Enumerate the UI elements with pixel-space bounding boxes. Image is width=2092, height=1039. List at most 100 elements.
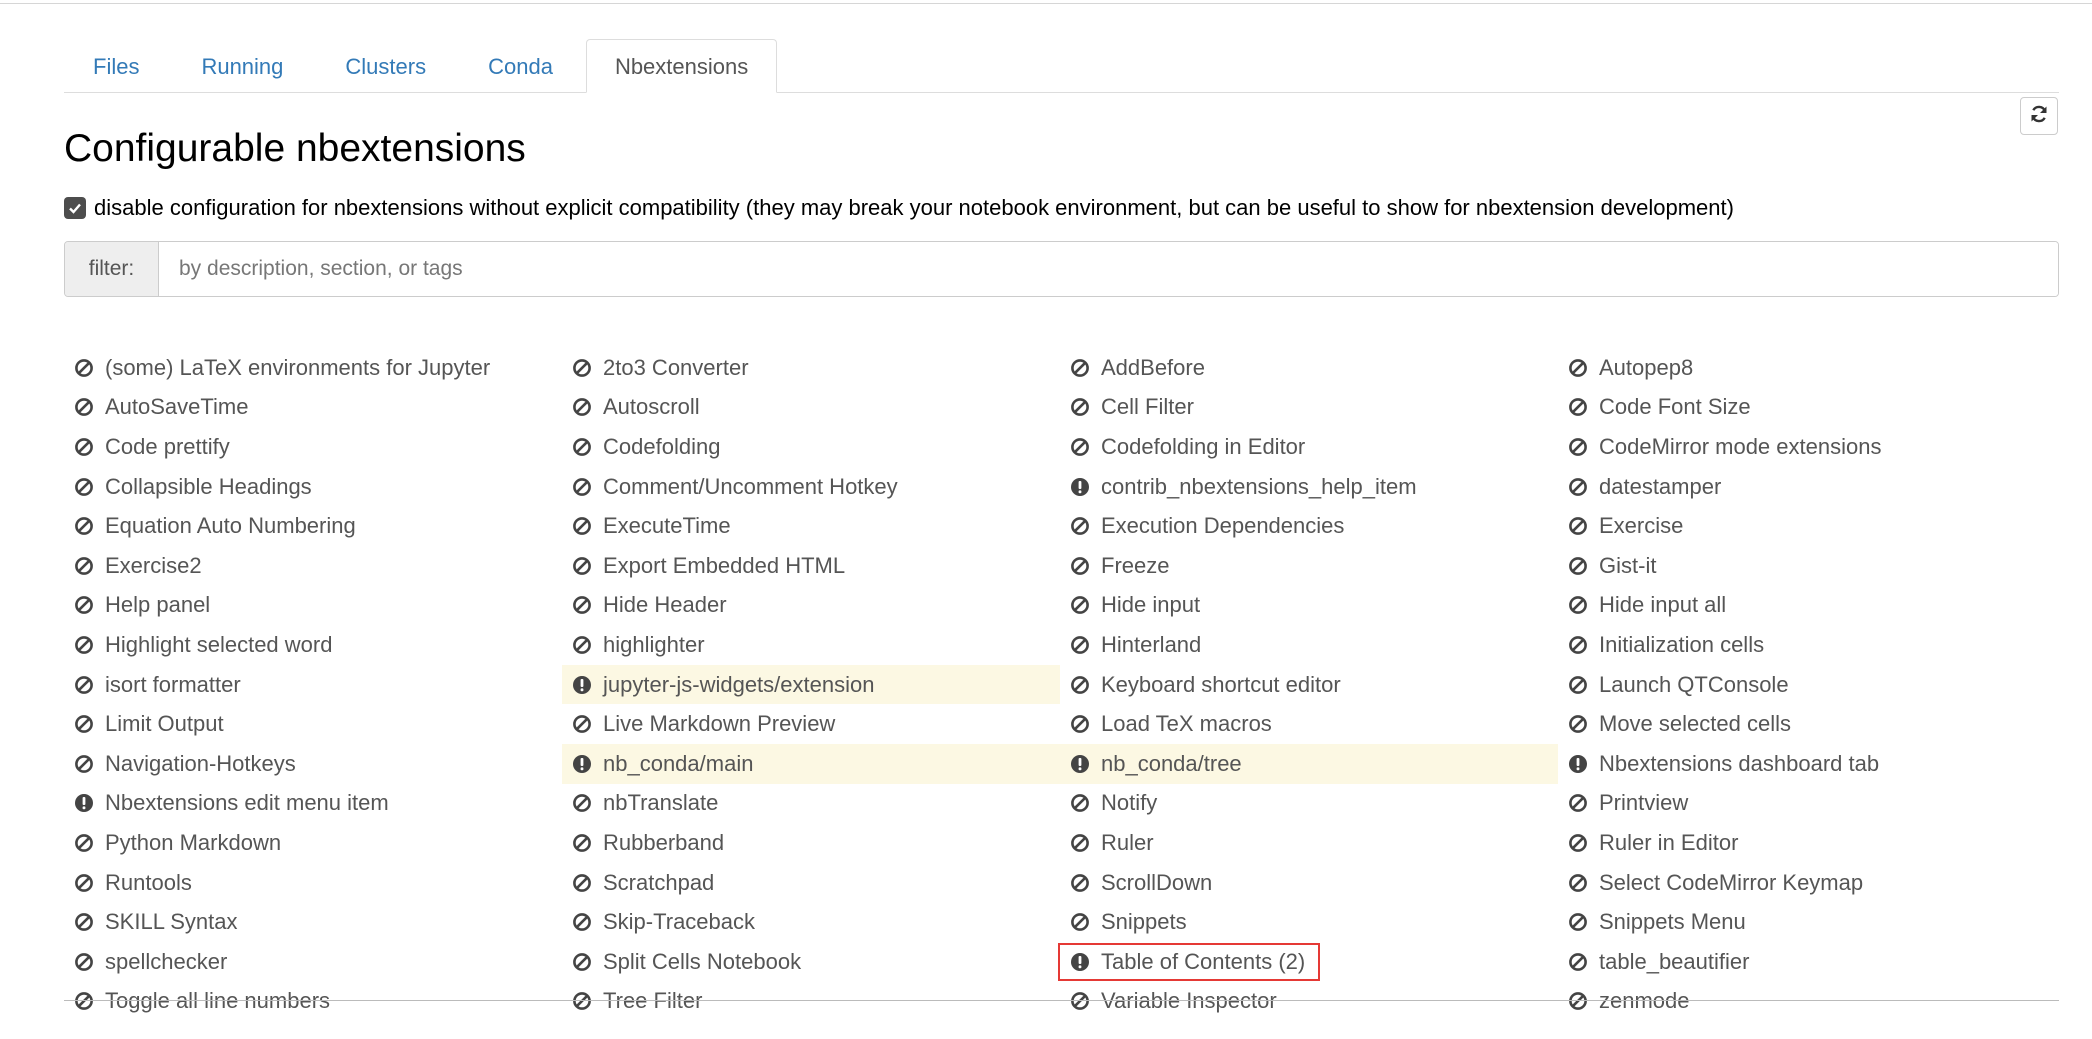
nbextension-item[interactable]: Tree Filter [562,982,1060,1022]
nbextension-item[interactable]: nb_conda/main [562,743,1060,784]
nbextension-item[interactable]: ScrollDown [1060,863,1558,903]
tab-nbextensions[interactable]: Nbextensions [585,39,778,93]
nbextension-item[interactable]: Exercise [1558,506,2056,546]
nbextension-item[interactable]: Hide Header [562,586,1060,626]
nbextension-item[interactable]: Code prettify [64,427,562,467]
nbextension-item[interactable]: Execution Dependencies [1060,506,1558,546]
nbextension-label: SKILL Syntax [105,909,238,935]
nbextension-item[interactable]: datestamper [1558,467,2056,507]
tab-running[interactable]: Running [172,39,312,93]
disabled-icon [1070,595,1090,615]
nbextension-item[interactable]: Autopep8 [1558,348,2056,388]
disabled-icon [74,635,94,655]
nbextension-item[interactable]: CodeMirror mode extensions [1558,427,2056,467]
nbextension-item-content: jupyter-js-widgets/extension [562,668,887,702]
nbextension-item[interactable]: Hinterland [1060,625,1558,665]
nbextension-item[interactable]: isort formatter [64,665,562,705]
nbextension-label: AutoSaveTime [105,394,249,420]
nbextension-item[interactable]: Comment/Uncomment Hotkey [562,467,1060,507]
nbextension-item[interactable]: Snippets [1060,902,1558,942]
nbextension-item[interactable]: AutoSaveTime [64,388,562,428]
disabled-icon [572,833,592,853]
nbextension-item[interactable]: Hide input [1060,586,1558,626]
nbextension-item[interactable]: nb_conda/tree [1060,743,1558,784]
tab-files[interactable]: Files [64,39,168,93]
nbextension-label: Ruler in Editor [1599,829,1739,855]
nbextension-item[interactable]: Codefolding in Editor [1060,427,1558,467]
nbextension-item[interactable]: spellchecker [64,942,562,982]
nbextension-item[interactable]: Launch QTConsole [1558,665,2056,705]
nbextension-item[interactable]: Load TeX macros [1060,704,1558,744]
nbextension-item[interactable]: Move selected cells [1558,704,2056,744]
tab-conda[interactable]: Conda [459,39,582,93]
nbextension-item[interactable]: SKILL Syntax [64,902,562,942]
nbextension-item-content: Split Cells Notebook [562,945,814,979]
nbextension-item[interactable]: Split Cells Notebook [562,942,1060,982]
nbextension-item[interactable]: Select CodeMirror Keymap [1558,863,2056,903]
nbextension-item[interactable]: Autoscroll [562,388,1060,428]
nbextension-item[interactable]: Scratchpad [562,863,1060,903]
nbextension-item[interactable]: Live Markdown Preview [562,704,1060,744]
nbextension-item[interactable]: Keyboard shortcut editor [1060,665,1558,705]
nbextension-label: Skip-Traceback [603,909,756,935]
nbextension-item[interactable]: Navigation-Hotkeys [64,744,562,784]
nbextension-item[interactable]: Highlight selected word [64,625,562,665]
nbextension-item[interactable]: Variable Inspector [1060,982,1558,1022]
nbextension-item[interactable]: contrib_nbextensions_help_item [1060,467,1558,507]
disabled-icon [1568,516,1588,536]
nbextension-item[interactable]: (some) LaTeX environments for Jupyter [64,348,562,388]
nbextension-item[interactable]: Printview [1558,784,2056,824]
nbextension-item[interactable]: table_beautifier [1558,942,2056,982]
nbextension-item-content: Scratchpad [562,866,727,900]
nbextension-item[interactable]: Hide input all [1558,586,2056,626]
nbextension-item-content: Table of Contents (2) [1057,942,1321,981]
nbextension-item-content: Hinterland [1060,628,1214,662]
nbextension-item[interactable]: Cell Filter [1060,388,1558,428]
nbextension-item[interactable]: Export Embedded HTML [562,546,1060,586]
nbextension-item[interactable]: Limit Output [64,704,562,744]
nbextension-item-content: table_beautifier [1558,945,1762,979]
nbextension-item[interactable]: Ruler in Editor [1558,823,2056,863]
nbextension-item[interactable]: nbTranslate [562,784,1060,824]
nbextension-label: Codefolding [603,433,721,459]
nbextension-item[interactable]: Table of Contents (2) [1057,942,1558,982]
nbextension-item[interactable]: Initialization cells [1558,625,2056,665]
refresh-button[interactable] [2020,97,2058,135]
nbextension-label: (some) LaTeX environments for Jupyter [105,354,491,380]
nbextension-label: Snippets [1101,909,1187,935]
nbextension-item-content: contrib_nbextensions_help_item [1060,470,1430,504]
nbextension-item[interactable]: Freeze [1060,546,1558,586]
nbextension-item-content: Notify [1060,786,1170,820]
nbextension-item[interactable]: Nbextensions edit menu item [64,784,562,824]
disabled-icon [74,873,94,893]
nbextension-item[interactable]: Code Font Size [1558,388,2056,428]
nbextension-item[interactable]: Python Markdown [64,823,562,863]
nbextension-item[interactable]: zenmode [1558,982,2056,1022]
nbextension-item[interactable]: Collapsible Headings [64,467,562,507]
compat-checkbox[interactable] [64,197,86,219]
nbextension-item[interactable]: Ruler [1060,823,1558,863]
nbextension-item-content: Skip-Traceback [562,905,768,939]
nbextension-item[interactable]: Rubberband [562,823,1060,863]
nbextension-item[interactable]: Exercise2 [64,546,562,586]
nbextension-item[interactable]: Equation Auto Numbering [64,506,562,546]
nbextension-item[interactable]: highlighter [562,625,1060,665]
nbextension-item[interactable]: jupyter-js-widgets/extension [562,664,1060,705]
nbextension-item-content: Autopep8 [1558,351,1706,385]
nbextension-item[interactable]: 2to3 Converter [562,348,1060,388]
nbextension-item[interactable]: Notify [1060,784,1558,824]
nbextension-item[interactable]: Toggle all line numbers [64,982,562,1022]
nbextension-item[interactable]: Nbextensions dashboard tab [1558,744,2056,784]
disabled-icon [572,477,592,497]
nbextension-item-content: Code prettify [64,430,243,464]
nbextension-item[interactable]: Gist-it [1558,546,2056,586]
nbextension-item[interactable]: Help panel [64,586,562,626]
nbextension-item[interactable]: Codefolding [562,427,1060,467]
nbextension-item[interactable]: Runtools [64,863,562,903]
nbextension-item[interactable]: Snippets Menu [1558,902,2056,942]
filter-input[interactable] [159,242,2058,296]
nbextension-item[interactable]: Skip-Traceback [562,902,1060,942]
nbextension-item[interactable]: AddBefore [1060,348,1558,388]
tab-clusters[interactable]: Clusters [316,39,455,93]
nbextension-item[interactable]: ExecuteTime [562,506,1060,546]
